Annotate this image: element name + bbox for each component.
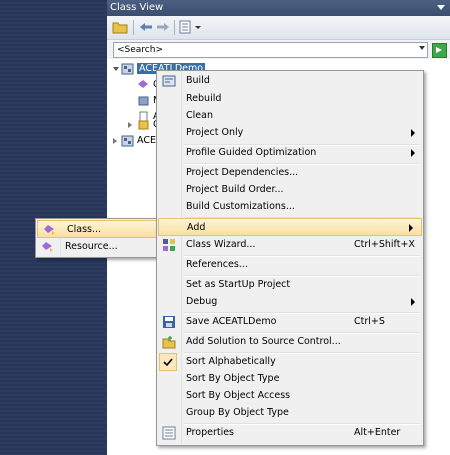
menu-item-shortcut: Ctrl+Shift+X <box>354 239 415 250</box>
submenu-item-resource[interactable]: Resource... <box>36 238 158 256</box>
project-icon <box>121 63 134 74</box>
submenu-arrow-icon <box>411 149 415 157</box>
class-view-toolbar <box>107 16 450 40</box>
menu-item-label: Project Only <box>186 127 244 138</box>
menu-item-set-startup[interactable]: Set as StartUp Project <box>157 276 423 294</box>
menu-item-label: Properties <box>186 427 235 438</box>
menu-item-label: Rebuild <box>186 93 222 104</box>
chevron-down-icon[interactable] <box>195 26 201 29</box>
back-arrow-icon[interactable] <box>138 20 154 34</box>
menu-item-class-wizard[interactable]: Class Wizard... Ctrl+Shift+X <box>157 236 423 254</box>
context-menu: Build Rebuild Clean Project Only Profile… <box>156 70 424 446</box>
menu-item-rebuild[interactable]: Rebuild <box>157 90 423 108</box>
expand-arrow-icon[interactable] <box>128 122 132 128</box>
project-icon <box>121 135 134 146</box>
save-icon <box>163 316 175 328</box>
menu-item-save[interactable]: Save ACEATLDemo Ctrl+S <box>157 313 423 331</box>
forward-arrow-icon[interactable] <box>155 20 171 34</box>
menu-item-build[interactable]: Build <box>157 72 423 90</box>
menu-item-label: Sort By Object Type <box>186 373 280 384</box>
macro-node-icon <box>138 96 149 105</box>
expand-arrow-icon[interactable] <box>113 138 117 144</box>
menu-item-properties[interactable]: Properties Alt+Enter <box>157 424 423 442</box>
checkmark-icon <box>159 353 177 371</box>
menu-item-label: Clean <box>186 110 213 121</box>
menu-item-label: Set as StartUp Project <box>186 279 291 290</box>
menu-item-build-customizations[interactable]: Build Customizations... <box>157 198 423 216</box>
menu-item-clean[interactable]: Clean <box>157 107 423 125</box>
namespace-node-icon <box>138 120 149 129</box>
menu-item-debug[interactable]: Debug <box>157 293 423 311</box>
submenu-item-label: Resource... <box>65 241 118 252</box>
menu-item-group-by-object-type[interactable]: Group By Object Type <box>157 404 423 422</box>
panel-dropdown-icon[interactable] <box>437 5 445 10</box>
menu-item-label: Class Wizard... <box>186 239 256 250</box>
class-wizard-icon <box>163 239 175 251</box>
menu-item-label: Group By Object Type <box>186 407 289 418</box>
toolbar-separator <box>133 20 134 35</box>
toolbar-separator <box>174 20 175 35</box>
menu-item-add-source-control[interactable]: Add Solution to Source Control... <box>157 333 423 351</box>
menu-item-label: Sort By Object Access <box>186 390 291 401</box>
submenu-arrow-icon <box>411 298 415 306</box>
submenu-item-class[interactable]: Class... <box>37 220 157 238</box>
resource-icon <box>42 242 53 252</box>
search-input[interactable]: <Search> <box>113 42 428 58</box>
menu-item-sort-by-object-access[interactable]: Sort By Object Access <box>157 387 423 405</box>
settings-list-icon[interactable] <box>178 20 194 34</box>
properties-icon <box>162 426 176 440</box>
menu-item-shortcut: Ctrl+S <box>354 316 385 327</box>
menu-item-label: Sort Alphabetically <box>186 356 276 367</box>
menu-item-project-build-order[interactable]: Project Build Order... <box>157 181 423 199</box>
source-control-icon <box>162 336 176 349</box>
class-node-icon <box>138 79 148 88</box>
folder-icon[interactable] <box>112 20 128 34</box>
menu-item-project-only[interactable]: Project Only <box>157 124 423 142</box>
submenu-arrow-icon <box>411 129 415 137</box>
menu-item-label: Profile Guided Optimization <box>186 147 317 158</box>
menu-item-label: Build Customizations... <box>186 201 295 212</box>
tree-second-root-item[interactable]: ACE <box>121 133 156 149</box>
menu-item-sort-alphabetically[interactable]: Sort Alphabetically <box>157 353 423 371</box>
panel-title: Class View <box>110 2 164 13</box>
menu-item-references[interactable]: References... <box>157 256 423 274</box>
menu-item-label: References... <box>186 259 248 270</box>
collapse-arrow-icon[interactable] <box>113 67 119 71</box>
build-icon <box>162 75 176 87</box>
menu-item-label: Add Solution to Source Control... <box>186 336 341 347</box>
search-go-button[interactable] <box>432 43 447 58</box>
tree-second-root-label: ACE <box>137 135 156 146</box>
menu-item-sort-by-object-type[interactable]: Sort By Object Type <box>157 370 423 388</box>
menu-item-label: Project Build Order... <box>186 184 284 195</box>
menu-item-profile-guided-optimization[interactable]: Profile Guided Optimization <box>157 144 423 162</box>
menu-item-label: Debug <box>186 296 218 307</box>
menu-item-project-dependencies[interactable]: Project Dependencies... <box>157 164 423 182</box>
search-row: <Search> <box>107 40 450 59</box>
menu-item-add[interactable]: Add <box>158 218 422 236</box>
search-dropdown-icon[interactable] <box>419 46 425 50</box>
add-submenu: Class... Resource... <box>35 218 159 258</box>
class-icon <box>44 225 55 235</box>
menu-item-label: Add <box>187 222 206 233</box>
menu-item-label: Build <box>186 75 210 86</box>
submenu-arrow-icon <box>409 224 413 232</box>
menu-item-label: Project Dependencies... <box>186 167 299 178</box>
class-view-titlebar: Class View <box>107 0 450 16</box>
submenu-item-label: Class... <box>67 224 102 235</box>
menu-item-label: Save ACEATLDemo <box>186 316 277 327</box>
menu-item-shortcut: Alt+Enter <box>354 427 401 438</box>
